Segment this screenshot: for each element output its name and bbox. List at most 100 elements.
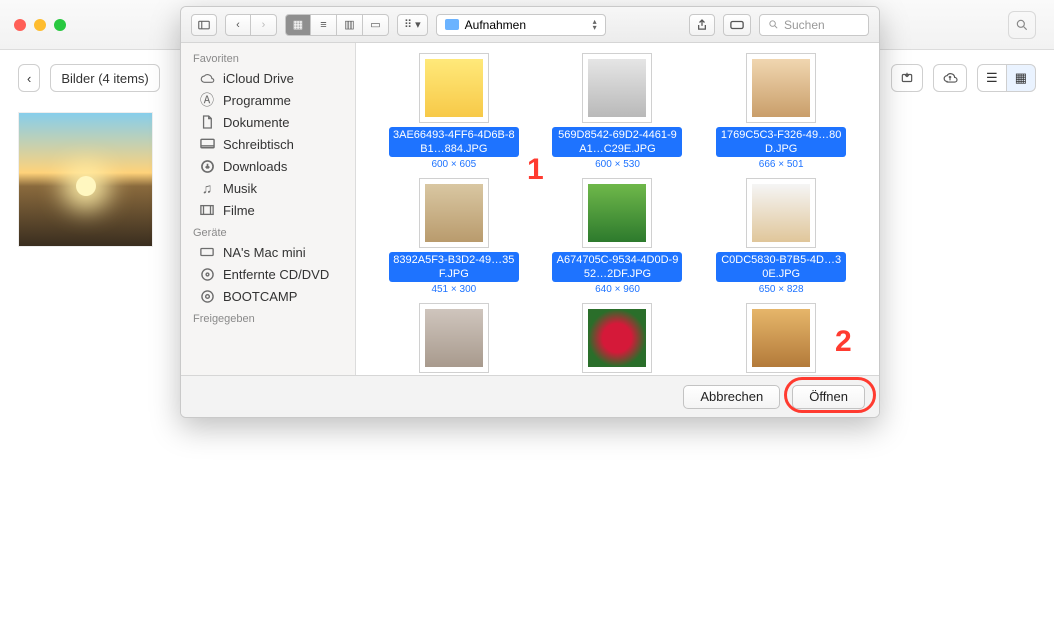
file-dimensions: 640 × 960 [595, 284, 640, 295]
sidebar-item[interactable]: Downloads [181, 155, 355, 177]
callout-1: 1 [527, 153, 544, 187]
folder-icon [445, 19, 459, 30]
doc-icon [199, 114, 215, 130]
sidebar-item[interactable]: Entfernte CD/DVD [181, 263, 355, 285]
file-grid[interactable]: 3AE66493-4FF6-4D6B-8B1…884.JPG 600 × 605 5… [356, 43, 879, 375]
icon-view-icon[interactable]: ▦ [285, 14, 311, 36]
sidebar-item-label: Musik [223, 181, 257, 196]
file-thumbnail [746, 303, 816, 373]
sidebar-item[interactable]: BOOTCAMP [181, 285, 355, 307]
sidebar-item-label: Downloads [223, 159, 287, 174]
selected-photo-preview [18, 112, 153, 247]
disc-icon [199, 266, 215, 282]
app-search-button[interactable] [1008, 11, 1036, 39]
minimize-icon[interactable] [34, 19, 46, 31]
bg-view-toggle[interactable]: ☰ ▦ [977, 64, 1036, 92]
nav-back-button[interactable]: ‹ [225, 14, 251, 36]
list-view-icon[interactable]: ☰ [977, 64, 1007, 92]
hdd-icon [199, 288, 215, 304]
film-icon [199, 202, 215, 218]
nav-seg: ‹ › [225, 14, 277, 36]
sidebar-section-header: Geräte [181, 221, 355, 241]
grid-view-icon[interactable]: ▦ [1007, 64, 1036, 92]
sidebar: Favoriten iCloud Drive ⒶProgramme Dokumente… [181, 43, 356, 375]
file-item[interactable]: 3AE66493-4FF6-4D6B-8B1…884.JPG 600 × 605 [376, 53, 532, 170]
column-view-icon[interactable]: ▥ [337, 14, 363, 36]
download-icon [199, 158, 215, 174]
sidebar-item-label: Entfernte CD/DVD [223, 267, 329, 282]
file-name: C0DC5830-B7B5-4D…30E.JPG [716, 252, 846, 282]
file-thumbnail [582, 303, 652, 373]
file-name: 569D8542-69D2-4461-9A1…C29E.JPG [552, 127, 682, 157]
path-popup[interactable]: Aufnahmen ▴▾ [436, 14, 606, 36]
path-label: Aufnahmen [465, 18, 526, 32]
back-button[interactable]: ‹ [18, 64, 40, 92]
mac-icon [199, 244, 215, 260]
file-name: A674705C-9534-4D0D-952…2DF.JPG [552, 252, 682, 282]
file-item[interactable]: 8392A5F3-B3D2-49…35F.JPG 451 × 300 [376, 178, 532, 295]
dialog-footer: Abbrechen Öffnen [181, 375, 879, 417]
cloud-upload-icon[interactable] [933, 64, 967, 92]
cloud-icon [199, 70, 215, 86]
file-dimensions: 600 × 605 [431, 159, 476, 170]
list-view-icon[interactable]: ≡ [311, 14, 337, 36]
apps-icon: Ⓐ [199, 92, 215, 108]
file-item[interactable]: A674705C-9534-4D0D-952…2DF.JPG 640 × 960 [540, 178, 696, 295]
tags-button[interactable] [723, 14, 751, 36]
file-open-dialog: ‹ › ▦ ≡ ▥ ▭ ⠿ ▾ Aufnahmen ▴▾ Suchen Favo… [180, 6, 880, 418]
view-mode-seg: ▦ ≡ ▥ ▭ [285, 14, 389, 36]
callout-2-ring [784, 377, 876, 413]
search-icon [768, 19, 779, 30]
file-item[interactable]: D9D3CB4E-9934-4… [376, 303, 532, 375]
file-item[interactable]: 1769C5C3-F326-49…80D.JPG666 × 501 [703, 53, 859, 170]
sidebar-item[interactable]: NA's Mac mini [181, 241, 355, 263]
search-placeholder: Suchen [784, 18, 825, 32]
cancel-button[interactable]: Abbrechen [683, 385, 780, 409]
share-button[interactable] [689, 14, 715, 36]
sidebar-section-header: Freigegeben [181, 307, 355, 327]
window-traffic-lights [14, 19, 66, 31]
music-icon: ♫ [199, 180, 215, 196]
file-item[interactable]: C0DC5830-B7B5-4D…30E.JPG 650 × 828 [703, 178, 859, 295]
file-dimensions: 600 × 530 [595, 159, 640, 170]
callout-2: 2 [835, 325, 852, 359]
sidebar-item[interactable]: Schreibtisch [181, 133, 355, 155]
breadcrumb[interactable]: Bilder (4 items) [50, 64, 159, 92]
sidebar-item-label: BOOTCAMP [223, 289, 297, 304]
sidebar-item-label: Filme [223, 203, 255, 218]
nav-forward-button[interactable]: › [251, 14, 277, 36]
sidebar-item[interactable]: ⒶProgramme [181, 89, 355, 111]
file-item[interactable]: 569D8542-69D2-4461-9A1…C29E.JPG 600 × 530 [540, 53, 696, 170]
sidebar-item-label: NA's Mac mini [223, 245, 306, 260]
file-dimensions: 451 × 300 [431, 284, 476, 295]
file-thumbnail [419, 303, 489, 373]
search-input[interactable]: Suchen [759, 14, 869, 36]
sidebar-item[interactable]: Dokumente [181, 111, 355, 133]
gallery-view-icon[interactable]: ▭ [363, 14, 389, 36]
sidebar-item[interactable]: iCloud Drive [181, 67, 355, 89]
file-dimensions: 666 × 501 [759, 159, 804, 170]
file-name: 8392A5F3-B3D2-49…35F.JPG [389, 252, 519, 282]
file-dimensions: 650 × 828 [759, 284, 804, 295]
import-icon[interactable] [891, 64, 923, 92]
sidebar-section-header: Favoriten [181, 47, 355, 67]
sidebar-item[interactable]: ♫ Musik [181, 177, 355, 199]
sidebar-item-label: Dokumente [223, 115, 289, 130]
sidebar-item-label: Schreibtisch [223, 137, 294, 152]
file-thumbnail [746, 178, 816, 248]
sidebar-item-label: iCloud Drive [223, 71, 294, 86]
file-thumbnail [419, 178, 489, 248]
chevron-updown-icon: ▴▾ [593, 19, 597, 31]
sidebar-item[interactable]: Filme [181, 199, 355, 221]
sidebar-toggle-icon[interactable] [191, 14, 217, 36]
dialog-toolbar: ‹ › ▦ ≡ ▥ ▭ ⠿ ▾ Aufnahmen ▴▾ Suchen [181, 7, 879, 43]
file-thumbnail [582, 178, 652, 248]
file-name: 3AE66493-4FF6-4D6B-8B1…884.JPG [389, 127, 519, 157]
close-icon[interactable] [14, 19, 26, 31]
group-menu-button[interactable]: ⠿ ▾ [397, 14, 428, 36]
zoom-icon[interactable] [54, 19, 66, 31]
file-item[interactable]: E42938FC-68A3-4… [540, 303, 696, 375]
file-thumbnail [582, 53, 652, 123]
file-thumbnail [419, 53, 489, 123]
file-thumbnail [746, 53, 816, 123]
